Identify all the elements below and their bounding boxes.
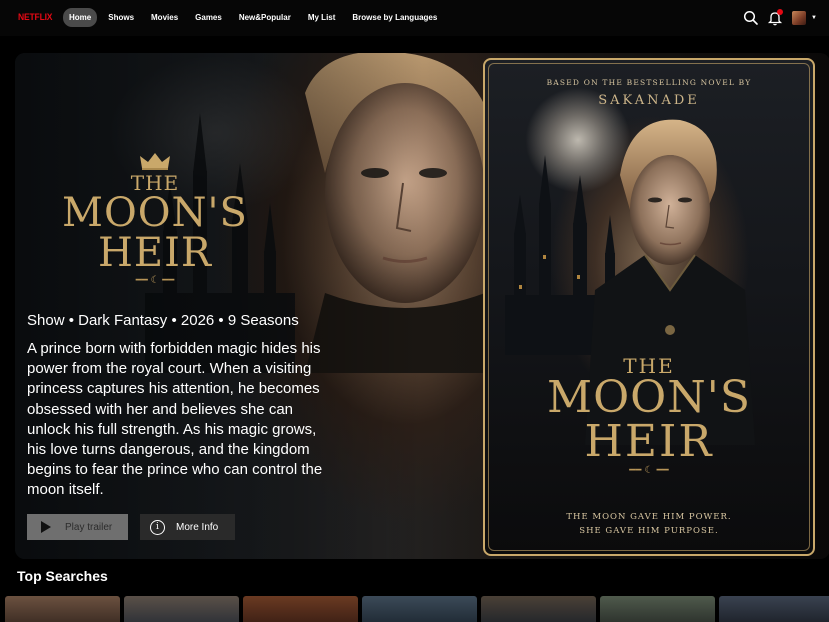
top-search-thumbnail[interactable] [5, 596, 120, 622]
show-synopsis: A prince born with forbidden magic hides… [27, 340, 323, 499]
nav-link-home[interactable]: Home [63, 8, 98, 27]
top-search-thumbnail[interactable] [124, 596, 239, 622]
poster-tagline-line-2: SHE GAVE HIM PURPOSE. [579, 526, 719, 536]
poster-title-moon: MOON'S [547, 372, 751, 423]
info-icon: i [150, 519, 165, 535]
crown-icon [140, 153, 170, 170]
search-icon[interactable] [742, 9, 760, 27]
bell-icon[interactable] [766, 9, 784, 27]
more-info-button[interactable]: i More Info [140, 514, 235, 540]
top-search-thumbnail[interactable] [243, 596, 358, 622]
poster-tagline-top: BASED ON THE BESTSELLING NOVEL BY [546, 78, 752, 87]
nav-link-movies[interactable]: Movies [145, 8, 184, 27]
poster-tagline-bottom: THE MOON GAVE HIM POWER. SHE GAVE HIM PU… [485, 510, 813, 538]
poster-tagline-line-1: THE MOON GAVE HIM POWER. [566, 512, 732, 522]
show-poster[interactable]: BASED ON THE BESTSELLING NOVEL BY SAKANA… [483, 58, 815, 556]
poster-author: SAKANADE [598, 93, 700, 108]
nav-link-games[interactable]: Games [189, 8, 228, 27]
more-info-label: More Info [176, 521, 219, 533]
nav-link-my-list[interactable]: My List [302, 8, 342, 27]
top-searches-row [5, 596, 829, 622]
nav-links: Home Shows Movies Games New&Popular My L… [63, 8, 448, 27]
top-searches-title: Top Searches [17, 568, 108, 584]
poster-title-art: THE MOON'S HEIR ━━ ☾ ━━ [485, 356, 813, 476]
play-trailer-button[interactable]: Play trailer [27, 514, 128, 540]
show-title-art: THE MOON'S HEIR ━━ ☾ ━━ [55, 151, 255, 286]
title-ornament-icon: ━━ ☾ ━━ [135, 275, 175, 286]
poster-ornament-icon: ━━ ☾ ━━ [629, 465, 669, 476]
title-heir: HEIR [98, 230, 212, 276]
poster-title-heir: HEIR [584, 416, 714, 467]
caret-down-icon[interactable]: ▼ [811, 15, 817, 21]
show-meta: Show • Dark Fantasy • 2026 • 9 Seasons [27, 312, 299, 329]
nav-link-browse-languages[interactable]: Browse by Languages [346, 8, 443, 27]
title-moon: MOON'S [62, 190, 248, 236]
notification-dot [777, 9, 784, 15]
play-trailer-label: Play trailer [65, 521, 113, 533]
nav-link-shows[interactable]: Shows [102, 8, 140, 27]
top-search-thumbnail[interactable] [719, 596, 829, 622]
top-search-thumbnail[interactable] [600, 596, 715, 622]
top-search-thumbnail[interactable] [362, 596, 477, 622]
netflix-logo[interactable]: NETFLIX [18, 12, 52, 22]
play-icon [41, 521, 51, 533]
nav-right: ▼ [736, 9, 817, 27]
nav-link-new-popular[interactable]: New&Popular [233, 8, 297, 27]
avatar[interactable] [792, 11, 807, 25]
top-search-thumbnail[interactable] [481, 596, 596, 622]
hero-banner: THE MOON'S HEIR ━━ ☾ ━━ Show • Dark Fant… [15, 53, 829, 559]
top-nav: NETFLIX Home Shows Movies Games New&Popu… [0, 0, 829, 36]
